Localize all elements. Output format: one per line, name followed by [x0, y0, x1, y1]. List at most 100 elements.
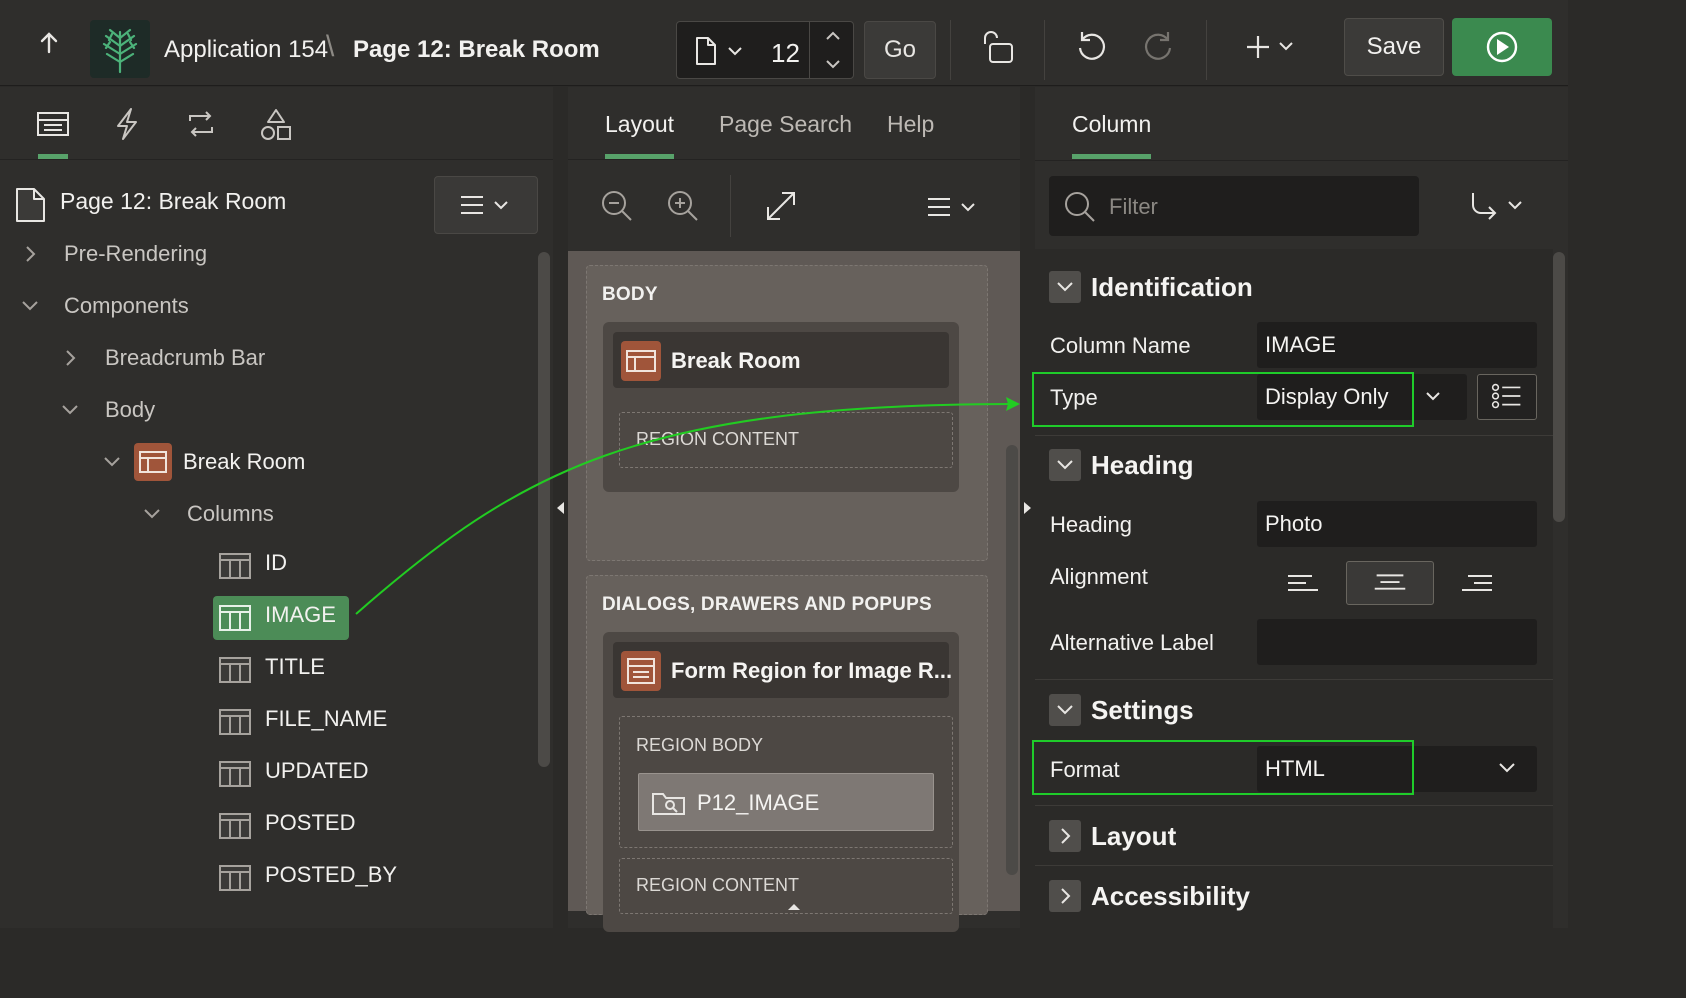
type-highlight-box: [1032, 372, 1414, 427]
up-arrow-icon[interactable]: [36, 30, 62, 56]
break-room-region[interactable]: Break Room REGION CONTENT: [603, 322, 959, 492]
chevron-down-icon[interactable]: [142, 506, 162, 522]
save-button[interactable]: Save: [1344, 18, 1444, 76]
alternative-label-field[interactable]: [1257, 619, 1537, 665]
expand-icon[interactable]: [764, 189, 798, 223]
undo-icon[interactable]: [1074, 28, 1110, 64]
column-icon: [218, 863, 252, 893]
chevron-down-icon[interactable]: [1495, 758, 1519, 778]
go-button[interactable]: Go: [864, 21, 936, 79]
type-dropdown-button[interactable]: [1409, 374, 1465, 420]
slot-label: REGION BODY: [636, 735, 764, 755]
tree-item-breadcrumb-bar[interactable]: Breadcrumb Bar: [105, 345, 265, 371]
shared-components-shapes-icon[interactable]: [258, 107, 294, 143]
redo-icon[interactable]: [1140, 28, 1176, 64]
page-picker[interactable]: 12: [676, 21, 854, 79]
tree-item-column[interactable]: POSTED_BY: [265, 862, 397, 888]
property-editor-scrollbar[interactable]: [1553, 252, 1565, 522]
region-header[interactable]: Break Room: [613, 332, 949, 388]
section-settings[interactable]: Settings: [1035, 684, 1553, 736]
align-left-button[interactable]: [1259, 561, 1347, 605]
section-toggle[interactable]: [1049, 449, 1081, 481]
page-node-label[interactable]: Page 12: Break Room: [60, 188, 286, 215]
app-name-link[interactable]: Application 154: [164, 36, 328, 64]
go-to-group-dropdown-icon[interactable]: [1469, 191, 1529, 221]
divider: [1035, 160, 1568, 161]
section-identification[interactable]: Identification: [1035, 261, 1553, 313]
chevron-down-icon[interactable]: [60, 402, 80, 418]
section-layout[interactable]: Layout: [1035, 810, 1553, 862]
tree-item-columns[interactable]: Columns: [187, 501, 274, 527]
create-plus-dropdown-icon[interactable]: [1244, 28, 1300, 64]
page-icon: [16, 188, 45, 222]
page-number-spinner[interactable]: [809, 22, 855, 78]
chevron-down-icon: [1426, 392, 1440, 401]
tree-item-break-room[interactable]: Break Room: [183, 449, 305, 475]
tree-menu-button[interactable]: [434, 176, 538, 234]
section-toggle[interactable]: [1049, 880, 1081, 912]
tree-item-column[interactable]: POSTED: [265, 810, 355, 836]
heading-field[interactable]: Photo: [1257, 501, 1537, 547]
chevron-down-icon[interactable]: [102, 454, 122, 470]
tree-item-body[interactable]: Body: [105, 397, 155, 423]
region-header[interactable]: Form Region for Image R...: [613, 642, 952, 698]
tab-column[interactable]: Column: [1072, 111, 1151, 138]
section-toggle[interactable]: [1049, 820, 1081, 852]
zoom-out-icon[interactable]: [600, 189, 634, 223]
left-panel-scrollbar[interactable]: [538, 252, 550, 767]
section-toggle[interactable]: [1049, 271, 1081, 303]
tree-item-column[interactable]: ID: [265, 550, 287, 576]
region-body-slot[interactable]: REGION BODY P12_IMAGE: [619, 716, 953, 848]
run-page-button[interactable]: [1452, 18, 1552, 76]
align-right-button[interactable]: [1433, 561, 1521, 605]
section-toggle[interactable]: [1049, 694, 1081, 726]
type-list-button[interactable]: [1477, 374, 1537, 420]
tree-item-column[interactable]: TITLE: [265, 654, 325, 680]
section-accessibility[interactable]: Accessibility: [1035, 870, 1553, 922]
top-toolbar: Application 154 \ Page 12: Break Room 12…: [0, 0, 1568, 86]
chevron-right-icon[interactable]: [62, 348, 78, 368]
filter-input[interactable]: Filter: [1049, 176, 1419, 236]
tree-item-column[interactable]: IMAGE: [265, 602, 336, 628]
rendering-tab-icon[interactable]: [36, 107, 70, 141]
section-heading[interactable]: Heading: [1035, 439, 1553, 491]
unlock-icon[interactable]: [980, 28, 1016, 64]
tree-item-column[interactable]: FILE_NAME: [265, 706, 387, 732]
column-name-field[interactable]: IMAGE: [1257, 322, 1537, 368]
align-center-icon: [1374, 574, 1406, 590]
toolbar-divider: [730, 175, 731, 237]
collapse-right-panel[interactable]: [1020, 499, 1035, 517]
zoom-in-icon[interactable]: [666, 189, 700, 223]
slot-label: REGION CONTENT: [636, 429, 800, 449]
page-number-input[interactable]: 12: [771, 38, 800, 69]
tab-page-search[interactable]: Page Search: [719, 111, 852, 138]
tree-item-column[interactable]: UPDATED: [265, 758, 369, 784]
chevron-down-icon[interactable]: [20, 298, 40, 314]
collapse-left-panel[interactable]: [553, 499, 568, 517]
dialogs-slot[interactable]: DIALOGS, DRAWERS AND POPUPS Form Region …: [586, 575, 988, 932]
body-region-slot[interactable]: BODY Break Room REGION CONTENT: [586, 265, 988, 561]
page-dropdown-icon[interactable]: [693, 36, 749, 66]
layout-scrollbar[interactable]: [1006, 445, 1018, 875]
divider: [1035, 805, 1553, 806]
region-content-slot[interactable]: REGION CONTENT: [619, 412, 953, 468]
dynamic-actions-lightning-icon[interactable]: [112, 107, 142, 141]
interactive-report-icon: [134, 443, 172, 481]
menu-hamburger-dropdown-icon[interactable]: [924, 193, 980, 221]
section-title: Settings: [1091, 695, 1194, 725]
section-title: Layout: [1091, 821, 1177, 851]
chevron-right-icon[interactable]: [22, 244, 38, 264]
tree-item-pre-rendering[interactable]: Pre-Rendering: [64, 241, 207, 267]
layout-panel: Layout Page Search Help BODY Break Room …: [568, 87, 1020, 932]
tab-layout[interactable]: Layout: [605, 111, 674, 138]
caret-up-icon[interactable]: [786, 901, 802, 911]
tab-help[interactable]: Help: [887, 111, 934, 138]
align-left-icon: [1288, 575, 1318, 591]
app-logo[interactable]: [90, 20, 150, 78]
align-center-button[interactable]: [1346, 561, 1434, 605]
processing-cycle-icon[interactable]: [184, 107, 218, 141]
page-item-p12-image[interactable]: P12_IMAGE: [638, 773, 934, 831]
form-region[interactable]: Form Region for Image R... REGION BODY P…: [603, 632, 959, 932]
column-icon: [218, 811, 252, 841]
tree-item-components[interactable]: Components: [64, 293, 189, 319]
